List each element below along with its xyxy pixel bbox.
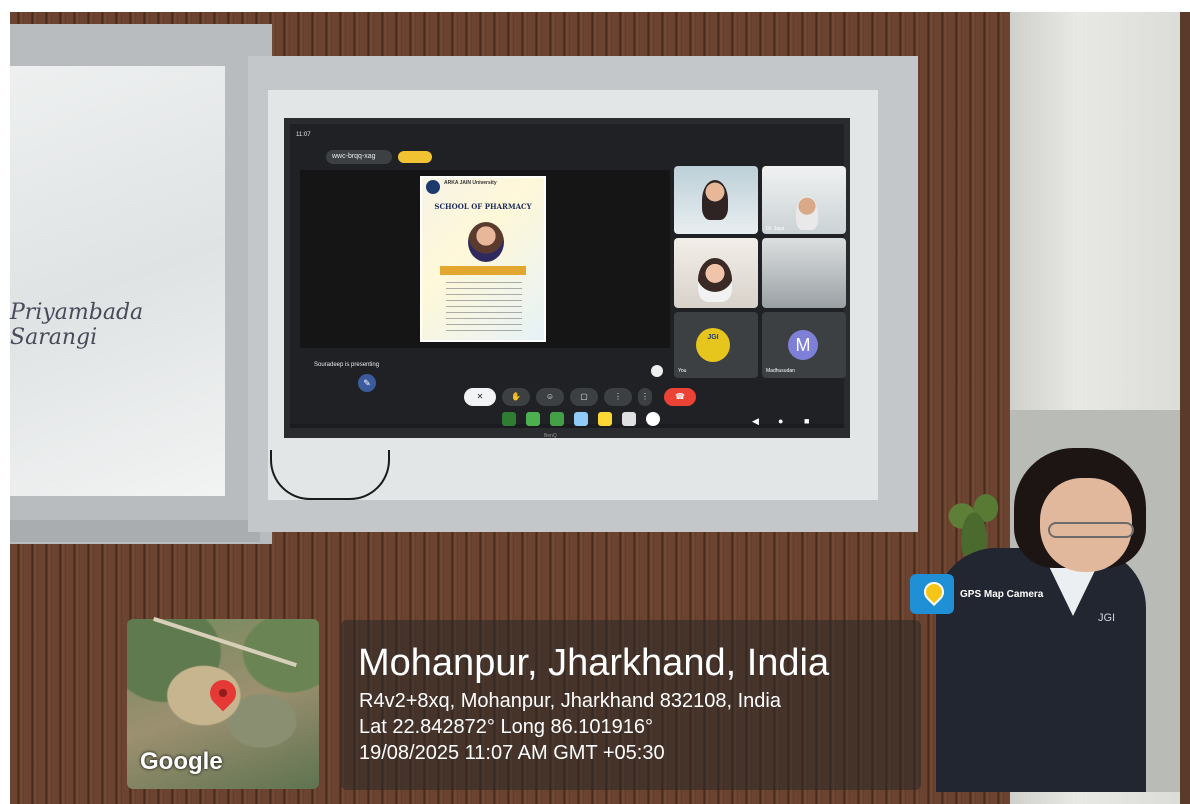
- poster-school: SCHOOL OF PHARMACY: [434, 202, 532, 211]
- participant-tile[interactable]: [762, 238, 846, 308]
- meet-code-chip[interactable]: wwc-brqq-xag: [326, 150, 392, 164]
- app-icon[interactable]: [550, 412, 564, 426]
- pen-icon[interactable]: ✎: [358, 374, 376, 392]
- whiteboard-ledge: [10, 520, 260, 542]
- participant-name: You: [678, 368, 687, 374]
- plant: [944, 476, 1004, 556]
- student-glasses: [1048, 522, 1134, 538]
- participant-video: [796, 196, 818, 230]
- app-icon[interactable]: [598, 412, 612, 426]
- participant-video: [702, 180, 728, 220]
- meet-status-chip[interactable]: [398, 151, 432, 163]
- participant-avatar: M: [788, 330, 818, 360]
- home-icon[interactable]: ●: [778, 416, 783, 426]
- presenting-label: Souradeep is presenting: [314, 362, 380, 368]
- app-icon[interactable]: [526, 412, 540, 426]
- present-button[interactable]: ▢: [570, 388, 598, 406]
- participant-avatar: JGI: [696, 328, 730, 362]
- map-pin-dot: [219, 689, 227, 697]
- record-indicator: [651, 365, 663, 377]
- app-icon[interactable]: [574, 412, 588, 426]
- student-badge: JGI: [1098, 612, 1116, 624]
- gps-map-camera-badge: GPS Map Camera: [910, 574, 1043, 614]
- gps-app-name: GPS Map Camera: [960, 588, 1044, 600]
- poster-institution: ARKA JAIN University: [444, 180, 497, 186]
- more-icon[interactable]: ⋮: [638, 388, 652, 406]
- poster-details: [446, 282, 522, 332]
- tv-status-time: 11:07: [296, 132, 311, 138]
- gps-camera-icon: [910, 574, 954, 614]
- participant-video: [698, 258, 732, 302]
- participant-name: Dr. Jaya: [766, 226, 785, 232]
- participant-name: Madhusudan: [766, 368, 795, 374]
- whiteboard-signature: Priyambada Sarangi: [10, 300, 144, 350]
- recents-icon[interactable]: ■: [804, 416, 809, 426]
- gps-datetime: 19/08/2025 11:07 AM GMT +05:30: [359, 742, 665, 764]
- tv-cable: [270, 450, 390, 500]
- poster-ribbon: [440, 266, 526, 275]
- emoji-button[interactable]: ☺: [536, 388, 564, 406]
- raise-hand-button[interactable]: ✋: [502, 388, 530, 406]
- app-icon[interactable]: [646, 412, 660, 426]
- mic-off-button[interactable]: ✕: [464, 388, 496, 406]
- back-icon[interactable]: ◀: [752, 416, 759, 427]
- poster-speaker-photo: [468, 222, 504, 262]
- gps-coordinates: Lat 22.842872° Long 86.101916°: [359, 716, 654, 738]
- whiteboard: [10, 66, 225, 496]
- tv-brand: BenQ: [544, 433, 557, 439]
- app-icon[interactable]: [502, 412, 516, 426]
- gps-location-title: Mohanpur, Jharkhand, India: [358, 642, 830, 684]
- gps-address: R4v2+8xq, Mohanpur, Jharkhand 832108, In…: [359, 690, 781, 712]
- more-options-button[interactable]: ⋮: [604, 388, 632, 406]
- leave-call-button[interactable]: ☎: [664, 388, 696, 406]
- app-icon[interactable]: [622, 412, 636, 426]
- map-attribution: Google: [140, 748, 223, 775]
- poster-logo-icon: [426, 180, 440, 194]
